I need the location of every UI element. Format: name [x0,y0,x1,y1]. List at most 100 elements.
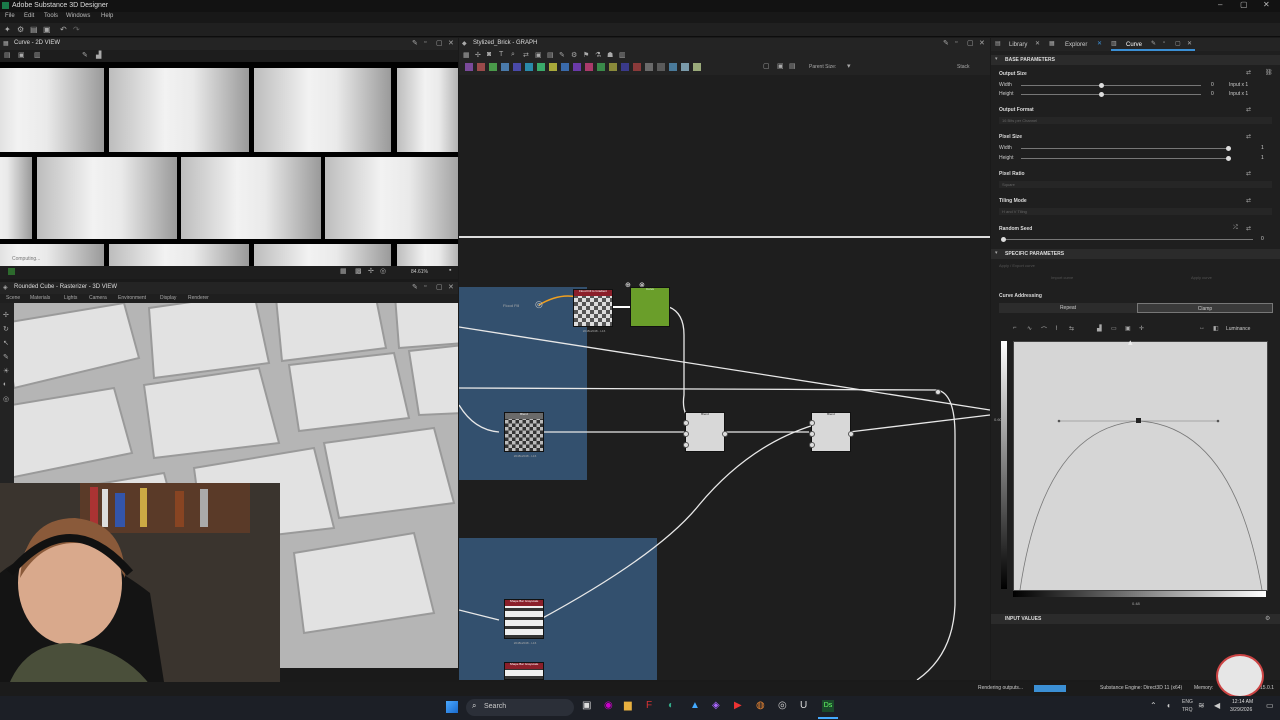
menu-display[interactable]: Display [160,295,176,301]
taskbar-search[interactable]: ⌕ Search [466,699,574,716]
node-distance-icon[interactable] [525,63,533,71]
fit-icon[interactable]: ✢ [368,267,374,275]
notifications-icon[interactable]: ▭ [1266,701,1274,710]
node-grayscale-icon[interactable] [561,63,569,71]
settings-icon[interactable]: ⚙ [17,25,24,34]
pixel-height-slider[interactable] [1021,156,1231,161]
menu-help[interactable]: Help [101,13,113,19]
open-icon[interactable]: ▤ [30,25,38,34]
tool-rotate-icon[interactable]: ↻ [3,325,9,333]
node-input-pin[interactable] [809,431,815,437]
close-3d-icon[interactable]: ✕ [448,283,454,291]
width-relative[interactable]: Input x 1 [1229,82,1248,88]
node-floodfill-gradient[interactable]: Flood Fill to Gradient 2048x2048 - L16 [573,289,613,333]
node-output-pin-icon[interactable]: ⊗ [639,281,645,289]
curve-tool-histogram-icon[interactable]: ▟ [1097,325,1102,332]
frame-all-icon[interactable]: ▢ [763,62,770,70]
section-input-values[interactable]: INPUT VALUES ⚙ [991,614,1280,624]
undo-icon[interactable]: ↶ [60,25,67,34]
pin-props-icon[interactable]: ✎ [1151,40,1156,47]
tiling-mode-select[interactable]: H and V Tiling [999,208,1272,215]
channel-toggle-icon[interactable] [8,268,15,275]
layout-icon[interactable]: ▦ [463,51,470,59]
node-input-pin[interactable] [809,420,815,426]
randomize-icon[interactable]: ⤮ [1233,225,1238,232]
view-2d-canvas[interactable]: Computing... [0,62,458,266]
node-shape-splatter[interactable]: Shape Bar Grayscale 2048x2048 - L16 [504,599,544,645]
menu-camera[interactable]: Camera [89,295,107,301]
pin-3d-icon[interactable]: ✎ [412,283,418,291]
node-output-pin[interactable] [722,431,728,437]
graph-search-icon[interactable]: ⌕ [511,51,515,59]
node-warp-icon[interactable] [633,63,641,71]
node-emboss-icon[interactable] [537,63,545,71]
close-props-icon[interactable]: ✕ [1187,40,1192,47]
node-curve-icon[interactable] [501,63,509,71]
curve-tool-step-icon[interactable]: ⌇ [1055,325,1058,332]
node-input-icon[interactable] [645,63,653,71]
height-relative[interactable]: Input x 1 [1229,91,1248,97]
menu-environment[interactable]: Environment [118,295,146,301]
clock-time[interactable]: 12:14 AM [1232,699,1253,705]
random-seed-slider[interactable] [1001,237,1253,242]
pin-node-icon[interactable]: ✎ [559,51,565,59]
node-gradient-icon[interactable] [549,63,557,71]
float-3d-icon[interactable]: ▫ [424,283,426,290]
node-blur-icon[interactable] [477,63,485,71]
tool-move-icon[interactable]: ✢ [3,311,9,319]
volume-icon[interactable]: ◀ [1214,701,1220,710]
channels-icon[interactable]: ▥ [34,51,41,59]
menu-tools[interactable]: Tools [44,13,58,19]
node-blend-b[interactable]: Blend [685,412,725,452]
pixel-height-value[interactable]: 1 [1261,155,1264,161]
zoom-level[interactable]: 84.61% [411,269,428,275]
tab-curve[interactable]: Curve [1126,42,1142,48]
curve-tool-reset-icon[interactable]: ▭ [1111,325,1117,332]
width-slider[interactable] [1021,83,1201,88]
task-view-icon[interactable]: ▣ [582,700,591,711]
height-slider[interactable] [1021,92,1201,97]
curve-editor[interactable] [1013,341,1268,591]
comment-icon[interactable]: ▤ [547,51,554,59]
inherit-pixel-icon[interactable]: ⇄ [1246,133,1251,140]
width-value[interactable]: 0 [1211,82,1214,88]
minimize-icon[interactable]: – [1218,0,1222,9]
inherit-ratio-icon[interactable]: ⇄ [1246,170,1251,177]
filezilla-icon[interactable]: F [646,700,652,711]
node-input-pin[interactable] [683,442,689,448]
menu-windows[interactable]: Windows [66,13,90,19]
section-specific-parameters[interactable]: ▾ SPECIFIC PARAMETERS [991,249,1280,259]
copy-icon[interactable]: ▣ [18,51,25,59]
unreal-icon[interactable]: U [800,700,807,711]
output-format-select[interactable]: 16 Bits per Channel [999,117,1272,124]
tiling-icon[interactable]: ▩ [355,267,362,275]
close-explorer-icon[interactable]: ✕ [1097,40,1102,47]
node-blend-a[interactable]: Blend 2048x2048 - L16 [504,412,544,458]
node-pin-icon[interactable]: ⊕ [625,281,631,289]
menu-lights[interactable]: Lights [64,295,77,301]
node-normal-icon[interactable] [597,63,605,71]
export-icon[interactable]: ▥ [619,51,626,59]
node-output-icon[interactable] [657,63,665,71]
float-graph-icon[interactable]: ▫ [955,39,957,46]
link-icon[interactable]: ⇄ [523,51,529,59]
edge-icon[interactable]: ◐ [668,700,674,711]
params-icon[interactable]: ⚗ [595,51,601,59]
curve-tool-smooth-icon[interactable]: ∿ [1027,325,1032,332]
frame-selected-icon[interactable]: ▣ [777,62,784,70]
node-input-pin[interactable] [683,420,689,426]
reroute-dot[interactable] [935,389,941,395]
curve-tool-center-icon[interactable]: ✛ [1139,325,1144,332]
node-dirmotion-icon[interactable] [513,63,521,71]
lock-icon[interactable]: ▪ [449,267,451,274]
node-channels-icon[interactable] [489,63,497,71]
close-library-icon[interactable]: ✕ [1035,40,1040,47]
inherit-icon[interactable]: ⇄ [1246,69,1251,76]
maximize-graph-icon[interactable]: ▢ [967,39,974,47]
node-curve[interactable]: Curve [630,287,670,327]
clock-date[interactable]: 3/29/2026 [1230,707,1252,713]
media-icon[interactable]: ▶ [734,700,742,711]
picker-icon[interactable]: ✎ [82,51,88,59]
menu-edit[interactable]: Edit [24,13,34,19]
node-input-pin[interactable] [809,442,815,448]
